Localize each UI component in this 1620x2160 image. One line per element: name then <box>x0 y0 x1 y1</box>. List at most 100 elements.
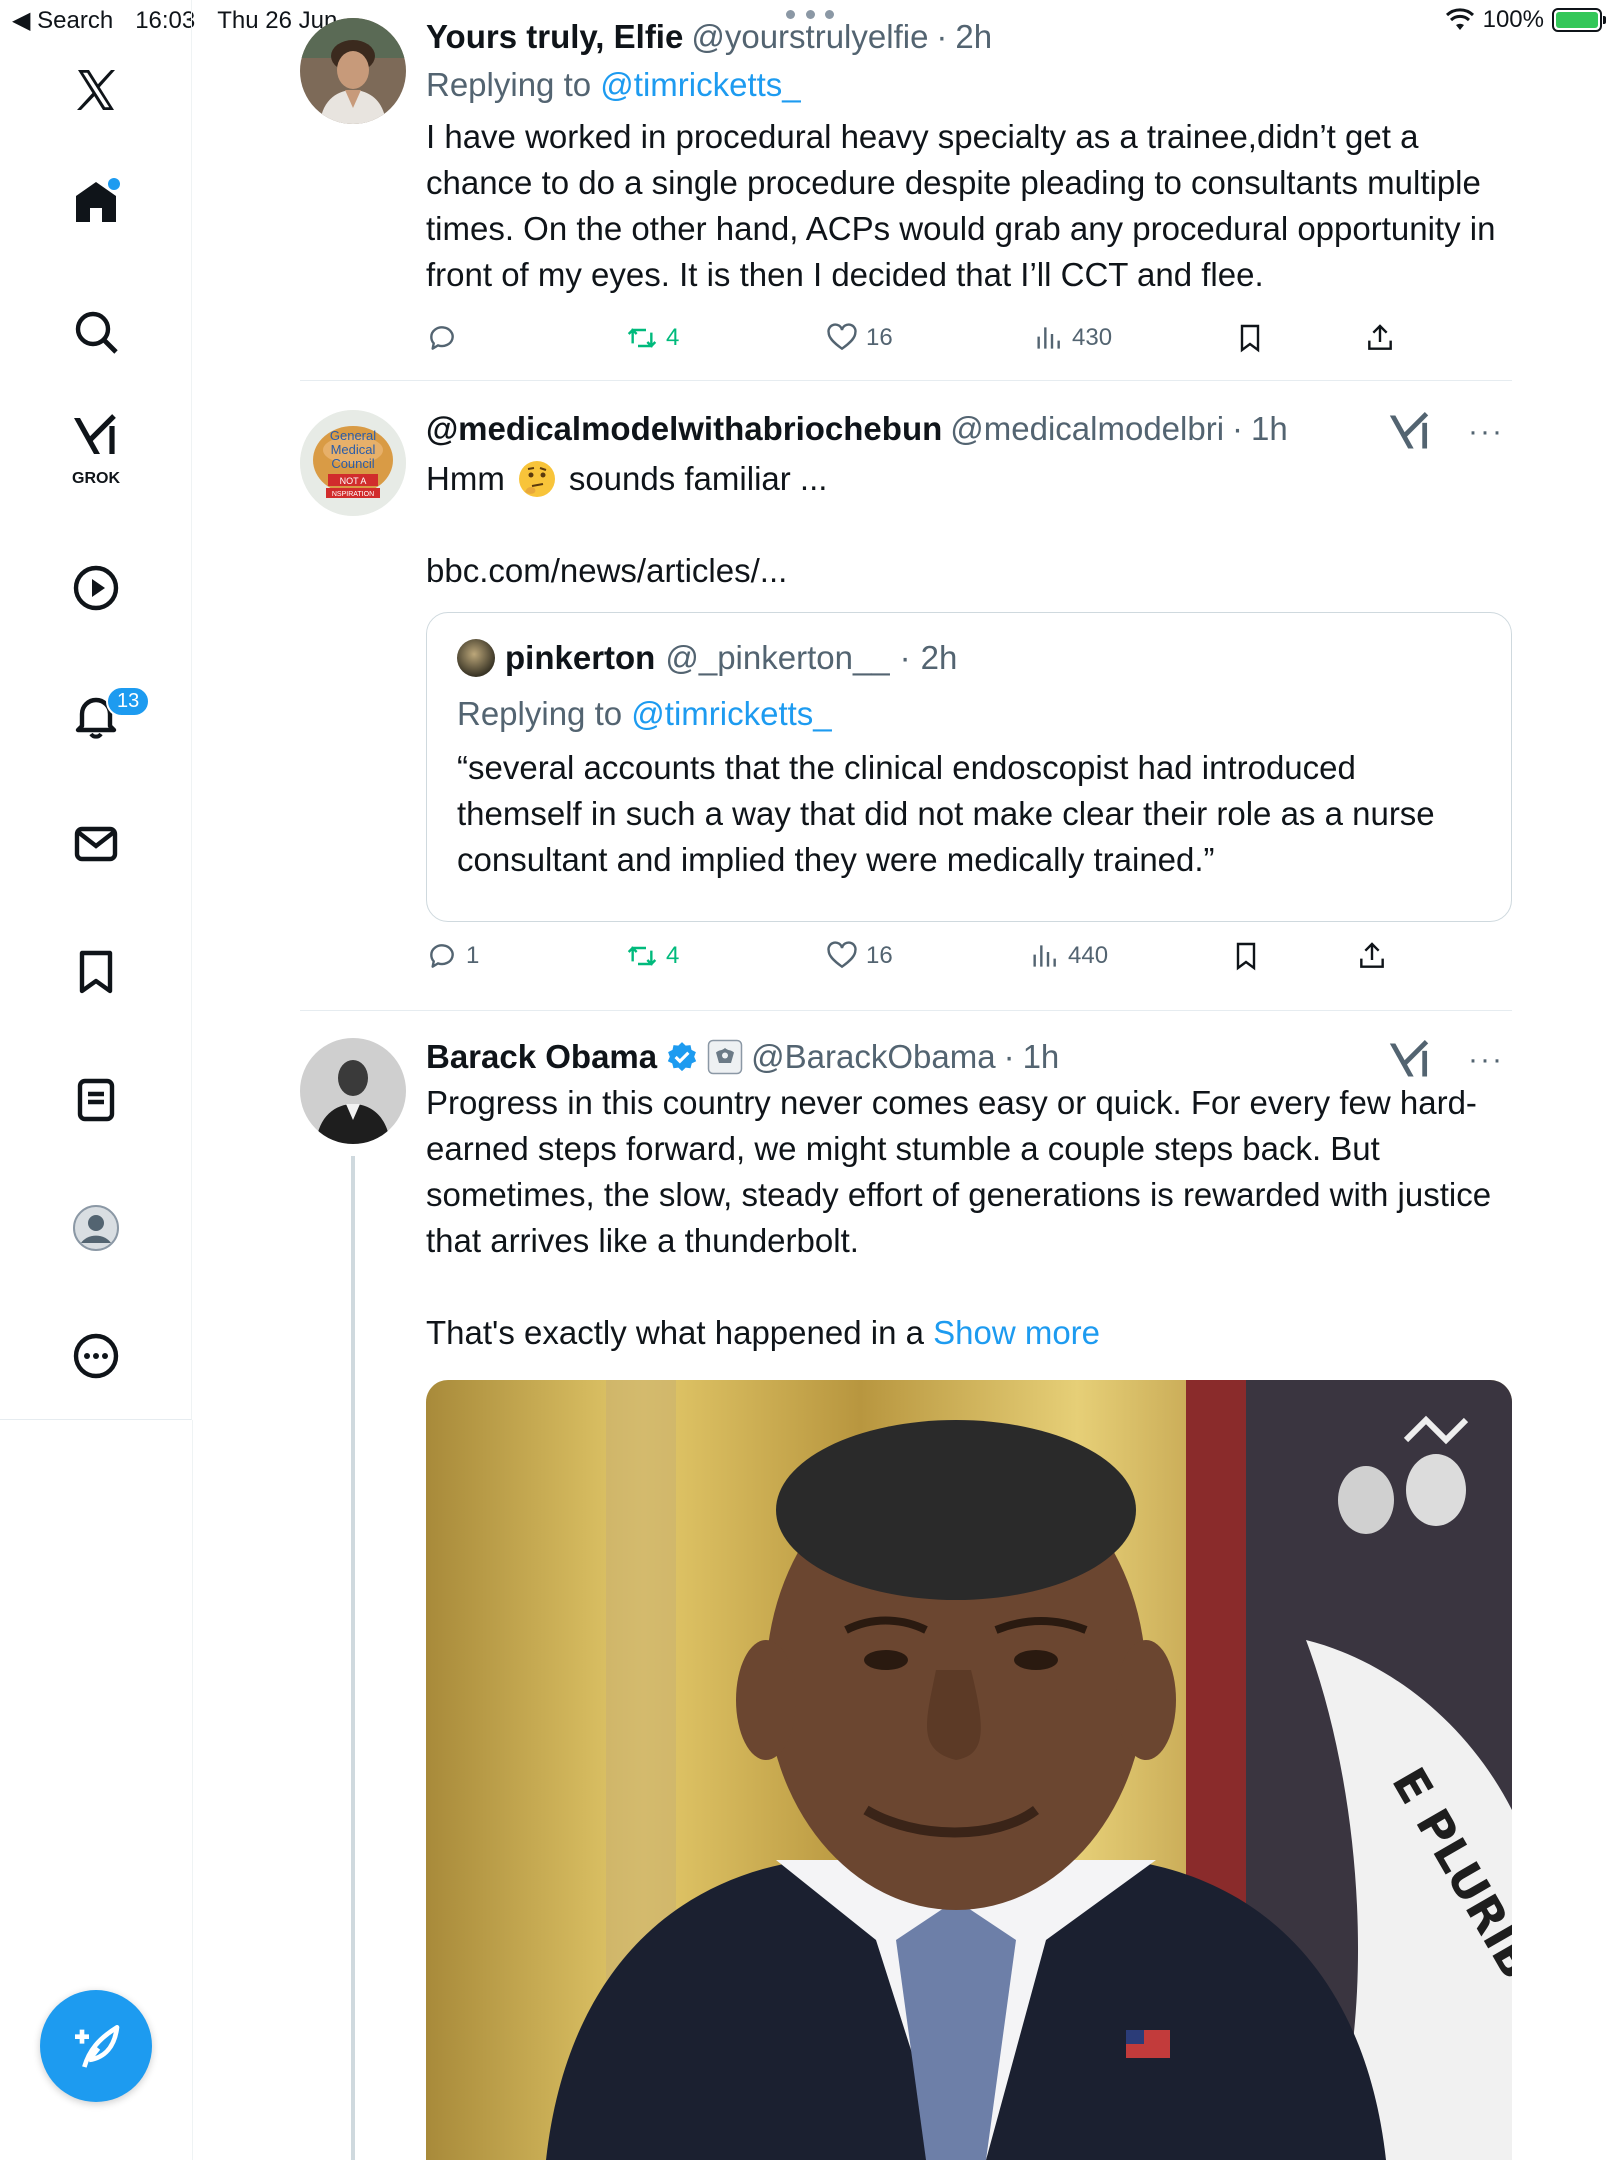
retweet-icon <box>627 328 657 348</box>
reply-button[interactable]: 1 <box>426 940 479 972</box>
share-icon <box>1368 324 1392 350</box>
post-time[interactable]: 1h <box>1251 410 1288 448</box>
like-count: 16 <box>866 942 893 969</box>
grok-icon <box>74 414 116 454</box>
tweet-divider <box>300 380 1512 381</box>
tweet-elfie[interactable]: Yours truly, Elfie @yourstrulyelfie · 2h… <box>300 18 1512 358</box>
list-icon <box>77 1078 115 1122</box>
tweet-text: Hmm sounds familiar ... <box>426 456 1512 502</box>
separator: · <box>1232 410 1244 447</box>
search-icon <box>75 311 118 354</box>
heart-icon <box>827 941 857 969</box>
like-button[interactable]: 16 <box>826 322 893 354</box>
avatar-text-4: NOT A <box>340 476 367 486</box>
author-handle[interactable]: @medicalmodelbri <box>950 410 1224 448</box>
nav-lists[interactable] <box>56 1060 136 1140</box>
avatar[interactable] <box>300 18 406 124</box>
tweet-text-before: Hmm <box>426 460 505 497</box>
retweet-button[interactable]: 4 <box>626 322 679 354</box>
replying-to-link[interactable]: @timricketts_ <box>631 695 831 732</box>
view-count: 430 <box>1072 324 1113 351</box>
nav-home[interactable] <box>56 162 136 242</box>
tweet-text-2: That's exactly what happened in a <box>426 1314 924 1351</box>
replying-prefix: Replying to <box>426 66 592 103</box>
share-button[interactable] <box>1356 940 1388 972</box>
compose-feather-icon <box>75 2025 120 2068</box>
tweet-text-continued: That's exactly what happened in a Show m… <box>426 1310 1512 1356</box>
tweet-actions: 4 16 430 <box>426 322 1426 362</box>
author-name[interactable]: @medicalmodelwithabriochebun <box>426 410 942 448</box>
grok-label: GROK <box>72 470 120 487</box>
more-options-icon[interactable]: ··· <box>1468 417 1504 447</box>
avatar-text-5: NSPIRATION <box>332 491 374 498</box>
mail-icon <box>74 826 118 862</box>
view-count: 440 <box>1068 942 1109 969</box>
views-button[interactable]: 440 <box>1028 940 1108 972</box>
nav-messages[interactable] <box>56 804 136 884</box>
nav-notifications[interactable]: 13 <box>56 676 151 756</box>
replying-to-link[interactable]: @timricketts_ <box>600 66 800 103</box>
retweet-count: 4 <box>666 324 680 351</box>
verified-badge-icon <box>667 1042 697 1072</box>
notifications-badge: 13 <box>106 686 151 717</box>
quoted-tweet[interactable]: pinkerton @_pinkerton__ · 2h Replying to… <box>426 612 1512 922</box>
views-button[interactable]: 430 <box>1032 322 1112 354</box>
nav-bookmarks[interactable] <box>56 932 136 1012</box>
quoted-author-handle: @_pinkerton__ <box>665 639 890 676</box>
bookmark-icon <box>1236 942 1256 971</box>
post-time[interactable]: 1h <box>1023 1038 1060 1076</box>
more-circle-icon <box>73 1333 119 1379</box>
nav-more[interactable] <box>56 1316 136 1396</box>
tweet-text-after: sounds familiar ... <box>568 460 828 497</box>
author-name[interactable]: Yours truly, Elfie <box>426 18 683 56</box>
avatar[interactable]: General Medical Council NOT A NSPIRATION <box>300 410 406 516</box>
reply-icon <box>430 944 454 968</box>
post-time[interactable]: 2h <box>955 18 992 56</box>
tweet-video[interactable]: E PLURIBUS UNU <box>426 1380 1512 2160</box>
separator: · <box>1003 1038 1015 1075</box>
video-frame-image: E PLURIBUS UNU <box>426 1380 1512 2160</box>
government-seal-icon <box>707 1039 743 1075</box>
reply-count: 1 <box>466 942 480 969</box>
bookmark-button[interactable] <box>1234 322 1266 354</box>
medicalmodel-avatar-image: General Medical Council NOT A NSPIRATION <box>300 410 406 516</box>
tweet-obama[interactable]: Barack Obama @BarackObama · 1h Progress … <box>300 1038 1512 1368</box>
bookmark-icon <box>1240 324 1260 353</box>
play-icon <box>73 565 119 611</box>
bookmark-icon <box>79 950 113 994</box>
nav-grok[interactable]: GROK <box>56 412 136 512</box>
compose-post-button[interactable] <box>40 1990 152 2102</box>
author-handle[interactable]: @BarackObama <box>751 1038 995 1076</box>
reply-button[interactable] <box>426 322 466 354</box>
retweet-count: 4 <box>666 942 680 969</box>
elfie-avatar-image <box>300 18 406 124</box>
bookmark-button[interactable] <box>1230 940 1262 972</box>
heart-icon <box>827 323 857 351</box>
tweet-top-right: ··· <box>1388 1038 1504 1082</box>
x-logo-button[interactable] <box>56 50 136 130</box>
nav-video[interactable] <box>56 548 136 628</box>
show-more-link[interactable]: Show more <box>933 1314 1100 1351</box>
author-handle[interactable]: @yourstrulyelfie <box>691 18 928 56</box>
tweet-text: I have worked in procedural heavy specia… <box>426 118 1496 293</box>
like-button[interactable]: 16 <box>826 940 893 972</box>
author-name[interactable]: Barack Obama <box>426 1038 657 1076</box>
more-options-icon[interactable]: ··· <box>1468 1045 1504 1075</box>
avatar-text-3: Council <box>331 456 374 471</box>
home-unread-dot <box>108 178 120 190</box>
share-icon <box>1360 942 1384 968</box>
nav-explore[interactable] <box>56 292 136 372</box>
grok-icon[interactable] <box>1388 1038 1432 1082</box>
like-count: 16 <box>866 324 893 351</box>
nav-profile[interactable] <box>56 1188 136 1268</box>
article-link[interactable]: bbc.com/news/articles/... <box>426 548 1512 594</box>
replying-prefix: Replying to <box>457 695 623 732</box>
quoted-avatar <box>457 639 495 677</box>
avatar[interactable] <box>300 1038 406 1144</box>
quoted-post-time: 2h <box>920 639 958 676</box>
grok-icon[interactable] <box>1388 410 1432 454</box>
quoted-author-name: pinkerton <box>505 639 656 676</box>
separator: · <box>899 639 911 676</box>
share-button[interactable] <box>1364 322 1396 354</box>
retweet-button[interactable]: 4 <box>626 940 679 972</box>
